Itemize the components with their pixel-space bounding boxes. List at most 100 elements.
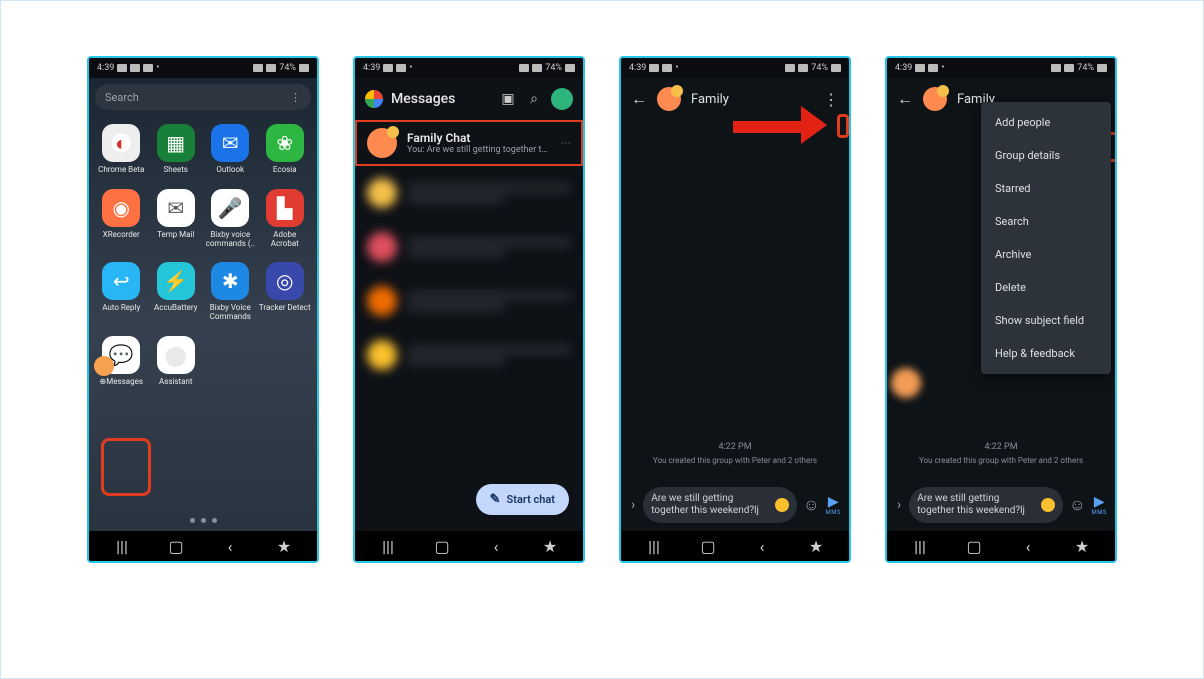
nav-home[interactable]: ▢: [958, 537, 990, 556]
nav-recents[interactable]: |||: [106, 537, 138, 556]
screenshot-messages-list: 4:39• 74% Messages ▣ ⌕ Family Chat You: …: [353, 56, 585, 563]
emoji-icon[interactable]: [1041, 498, 1055, 512]
search-icon[interactable]: ⌕: [525, 90, 543, 108]
app-outlook[interactable]: ✉Outlook: [204, 124, 257, 175]
conversation-meta: ⋯: [561, 138, 571, 149]
more-icon[interactable]: ⋮: [290, 91, 301, 104]
message-input[interactable]: Are we still getting together this weeke…: [643, 487, 797, 523]
conversation-blurred[interactable]: [355, 166, 583, 220]
nav-accessibility[interactable]: ★: [800, 537, 832, 556]
app-accu[interactable]: ⚡AccuBattery: [150, 262, 203, 322]
app-label: XRecorder: [103, 231, 140, 240]
conversation-family-chat[interactable]: Family Chat You: Are we still getting to…: [355, 120, 583, 166]
emoji-icon[interactable]: [775, 498, 789, 512]
emoji-picker-icon[interactable]: ☺: [1069, 495, 1085, 515]
app-chrome[interactable]: ◐Chrome Beta: [95, 124, 148, 175]
menu-item-help-feedback[interactable]: Help & feedback: [981, 337, 1111, 370]
menu-item-archive[interactable]: Archive: [981, 238, 1111, 271]
app-adobe[interactable]: ▙Adobe Acrobat: [259, 189, 312, 249]
send-button[interactable]: ▶ MMS: [1091, 495, 1107, 516]
nav-home[interactable]: ▢: [426, 537, 458, 556]
app-label: Bixby Voice Commands: [204, 304, 257, 322]
signal-icon: [266, 64, 276, 72]
message-composer: › Are we still getting together this wee…: [621, 481, 849, 531]
system-message: You created this group with Peter and 2 …: [919, 456, 1083, 465]
search-input[interactable]: Search ⋮: [95, 84, 311, 110]
app-autoreply[interactable]: ↩Auto Reply: [95, 262, 148, 322]
menu-item-search[interactable]: Search: [981, 205, 1111, 238]
nav-recents[interactable]: |||: [638, 537, 670, 556]
nav-home[interactable]: ▢: [692, 537, 724, 556]
notif-icon: [117, 64, 127, 72]
app-xrec[interactable]: ◉ XRecorder: [95, 189, 148, 249]
status-time: 4:39: [895, 63, 912, 73]
nav-accessibility[interactable]: ★: [268, 537, 300, 556]
app-tracker[interactable]: ◎ Tracker Detect: [259, 262, 312, 322]
send-icon: ▶: [1094, 495, 1105, 509]
notif-more: •: [156, 63, 159, 73]
send-label: MMS: [1091, 509, 1107, 516]
sheets-icon: ▦: [157, 124, 195, 162]
nav-back[interactable]: ‹: [1012, 537, 1044, 556]
conversation-blurred[interactable]: [355, 328, 583, 382]
nav-back[interactable]: ‹: [746, 537, 778, 556]
app-bixby2[interactable]: ✱Bixby Voice Commands: [204, 262, 257, 322]
menu-item-group-details[interactable]: Group details: [981, 139, 1111, 172]
send-label: MMS: [825, 509, 841, 516]
xrec-icon: ◉: [102, 189, 140, 227]
nav-home[interactable]: ▢: [160, 537, 192, 556]
menu-item-add-people[interactable]: Add people: [981, 106, 1111, 139]
account-avatar[interactable]: [551, 88, 573, 110]
send-button[interactable]: ▶ MMS: [825, 495, 841, 516]
system-nav: ||| ▢ ‹ ★: [89, 531, 317, 561]
google-logo-icon: [365, 90, 383, 108]
app-sheets[interactable]: ▦Sheets: [150, 124, 203, 175]
outlook-icon: ✉: [211, 124, 249, 162]
menu-item-show-subject-field[interactable]: Show subject field: [981, 304, 1111, 337]
accu-icon: ⚡: [157, 262, 195, 300]
back-button[interactable]: ←: [897, 89, 913, 109]
menu-item-delete[interactable]: Delete: [981, 271, 1111, 304]
app-ecosia[interactable]: ❀Ecosia: [259, 124, 312, 175]
nav-back[interactable]: ‹: [480, 537, 512, 556]
conversation-blurred[interactable]: [355, 274, 583, 328]
emoji-picker-icon[interactable]: ☺: [803, 495, 819, 515]
nav-accessibility[interactable]: ★: [534, 537, 566, 556]
app-grid: ◐Chrome Beta▦Sheets✉Outlook❀Ecosia ◉ XReco…: [95, 124, 311, 387]
ecosia-icon: ❀: [266, 124, 304, 162]
send-icon: ▶: [828, 495, 839, 509]
nav-recents[interactable]: |||: [904, 537, 936, 556]
menu-item-starred[interactable]: Starred: [981, 172, 1111, 205]
conversation-title[interactable]: Family: [691, 92, 813, 107]
app-label: Chrome Beta: [98, 166, 144, 175]
app-label: Temp Mail: [157, 231, 194, 240]
conversation-preview: You: Are we still getting together thi…: [407, 145, 551, 155]
system-nav: ||| ▢ ‹ ★: [621, 531, 849, 561]
app-label: Auto Reply: [102, 304, 140, 313]
status-bar: 4:39 • 74%: [89, 58, 317, 78]
expand-icon[interactable]: ›: [895, 497, 903, 513]
status-battery: 74%: [1077, 63, 1094, 73]
app-tempmail[interactable]: ✉Temp Mail: [150, 189, 203, 249]
app-assistant[interactable]: ⬤Assistant: [150, 336, 203, 387]
start-chat-button[interactable]: ✎ Start chat: [476, 484, 569, 515]
status-battery: 74%: [545, 63, 562, 73]
nav-accessibility[interactable]: ★: [1066, 537, 1098, 556]
overflow-menu: Add peopleGroup detailsStarredSearchArch…: [981, 102, 1111, 374]
conversation-blurred[interactable]: [355, 220, 583, 274]
nav-back[interactable]: ‹: [214, 537, 246, 556]
camera-icon[interactable]: ▣: [499, 90, 517, 108]
message-timestamp: 4:22 PM: [984, 442, 1017, 452]
expand-icon[interactable]: ›: [629, 497, 637, 513]
notif-icon: [130, 64, 140, 72]
status-time: 4:39: [629, 63, 646, 73]
app-bixby1[interactable]: 🎤Bixby voice commands (..: [204, 189, 257, 249]
app-label: Tracker Detect: [259, 304, 311, 313]
tracker-icon: ◎: [266, 262, 304, 300]
nav-recents[interactable]: |||: [372, 537, 404, 556]
group-avatar-icon[interactable]: [657, 87, 681, 111]
group-avatar-icon[interactable]: [923, 87, 947, 111]
assistant-icon: ⬤: [157, 336, 195, 374]
message-input[interactable]: Are we still getting together this weeke…: [909, 487, 1063, 523]
back-button[interactable]: ←: [631, 89, 647, 109]
